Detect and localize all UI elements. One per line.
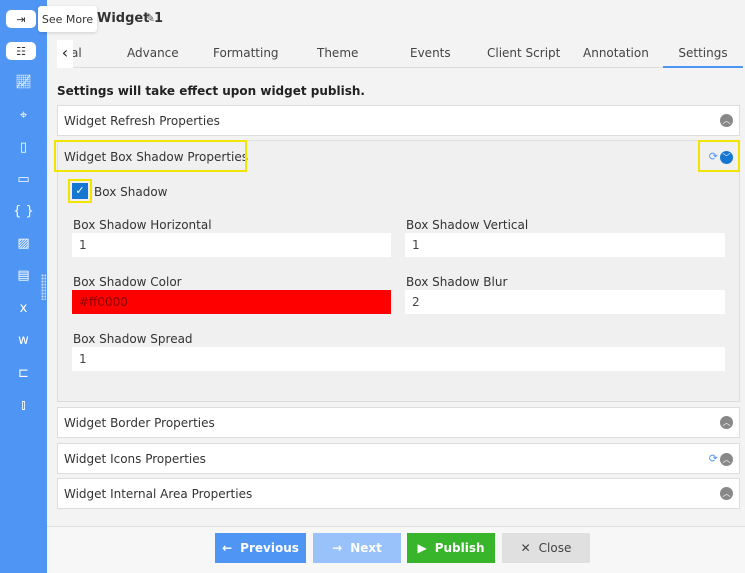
resize-handle[interactable] [41, 274, 46, 300]
box-shadow-label: Box Shadow [94, 185, 168, 199]
panel-title: Widget Icons Properties [64, 451, 206, 466]
map-icon[interactable]: ⌖ [0, 108, 47, 123]
panel-internal-area[interactable]: Widget Internal Area Properties ︿ [57, 478, 740, 509]
expand-icon: ⇥ [16, 12, 26, 26]
color-input[interactable]: #ff0000 [72, 290, 391, 314]
image-icon[interactable]: ▨ [0, 236, 47, 251]
braces-icon[interactable]: { } [0, 204, 47, 219]
tab-settings[interactable]: Settings [663, 46, 743, 68]
tab-bar: al Advance Formatting Theme Events Clien… [57, 40, 743, 68]
excel-icon[interactable]: x [0, 301, 47, 316]
tab-formatting[interactable]: Formatting [213, 46, 279, 60]
chevron-up-icon[interactable]: ︿ [720, 487, 733, 500]
chart-icon[interactable]: 📈︎ [0, 75, 47, 90]
window-icon[interactable]: ▤ [0, 268, 47, 283]
panel-border[interactable]: Widget Border Properties ︿ [57, 407, 740, 438]
tab-client-script[interactable]: Client Script [487, 46, 560, 60]
panel-icons[interactable]: Widget Icons Properties ⟳ ︿ [57, 443, 740, 474]
highlight-box [54, 140, 247, 172]
blur-label: Box Shadow Blur [406, 275, 508, 289]
tab-events[interactable]: Events [410, 46, 451, 60]
panel-refresh[interactable]: Widget Refresh Properties ︿ [57, 105, 740, 136]
widget-list-button[interactable]: ☷ [6, 42, 36, 60]
word-icon[interactable]: w [0, 333, 47, 348]
publish-button[interactable]: ▶ Publish [407, 533, 495, 563]
arrow-left-icon: ← [222, 541, 233, 555]
see-more-button[interactable]: ⇥ [6, 10, 36, 28]
tooltip: See More [38, 6, 97, 32]
sidebar: ⇥ ☷ 📈︎ ⌖ ▯ ▭ { } ▨ ▤ x w ⊏ ⫾ [0, 0, 47, 573]
panel-title: Widget Refresh Properties [64, 113, 220, 128]
highlight-box [68, 179, 92, 203]
horizontal-input[interactable]: 1 [72, 233, 391, 257]
panel-title: Widget Internal Area Properties [64, 486, 253, 501]
settings-notice: Settings will take effect upon widget pu… [57, 84, 365, 98]
vertical-input[interactable]: 1 [405, 233, 725, 257]
bar-chart-icon[interactable]: ⫾ [0, 398, 47, 413]
scroll-tabs-left-button[interactable]: ‹ [57, 40, 73, 68]
edit-icon[interactable]: ✎ [145, 11, 155, 25]
spread-label: Box Shadow Spread [73, 332, 193, 346]
panel-title: Widget Border Properties [64, 415, 215, 430]
highlight-box [698, 140, 740, 172]
chevron-up-icon[interactable]: ︿ [720, 114, 733, 127]
close-icon: ✕ [520, 541, 531, 555]
refresh-icon[interactable]: ⟳ [709, 452, 718, 465]
arrow-right-icon: → [332, 541, 343, 555]
tab-advance[interactable]: Advance [127, 46, 179, 60]
next-button[interactable]: → Next [313, 533, 401, 563]
tree-icon[interactable]: ⊏ [0, 366, 47, 381]
blur-input[interactable]: 2 [405, 290, 725, 314]
close-button[interactable]: ✕ Close [502, 533, 590, 563]
list-icon: ☷ [16, 44, 26, 58]
report-icon[interactable]: ▯ [0, 140, 47, 155]
play-icon: ▶ [417, 541, 427, 555]
id-card-icon[interactable]: ▭ [0, 172, 47, 187]
vertical-label: Box Shadow Vertical [406, 218, 529, 232]
color-label: Box Shadow Color [73, 275, 182, 289]
spread-input[interactable]: 1 [72, 347, 725, 371]
chevron-up-icon[interactable]: ︿ [720, 416, 733, 429]
previous-button[interactable]: ← Previous [215, 533, 306, 563]
tab-annotation[interactable]: Annotation [583, 46, 649, 60]
tab-theme[interactable]: Theme [317, 46, 358, 60]
chevron-up-icon[interactable]: ︿ [720, 453, 733, 466]
horizontal-label: Box Shadow Horizontal [73, 218, 212, 232]
